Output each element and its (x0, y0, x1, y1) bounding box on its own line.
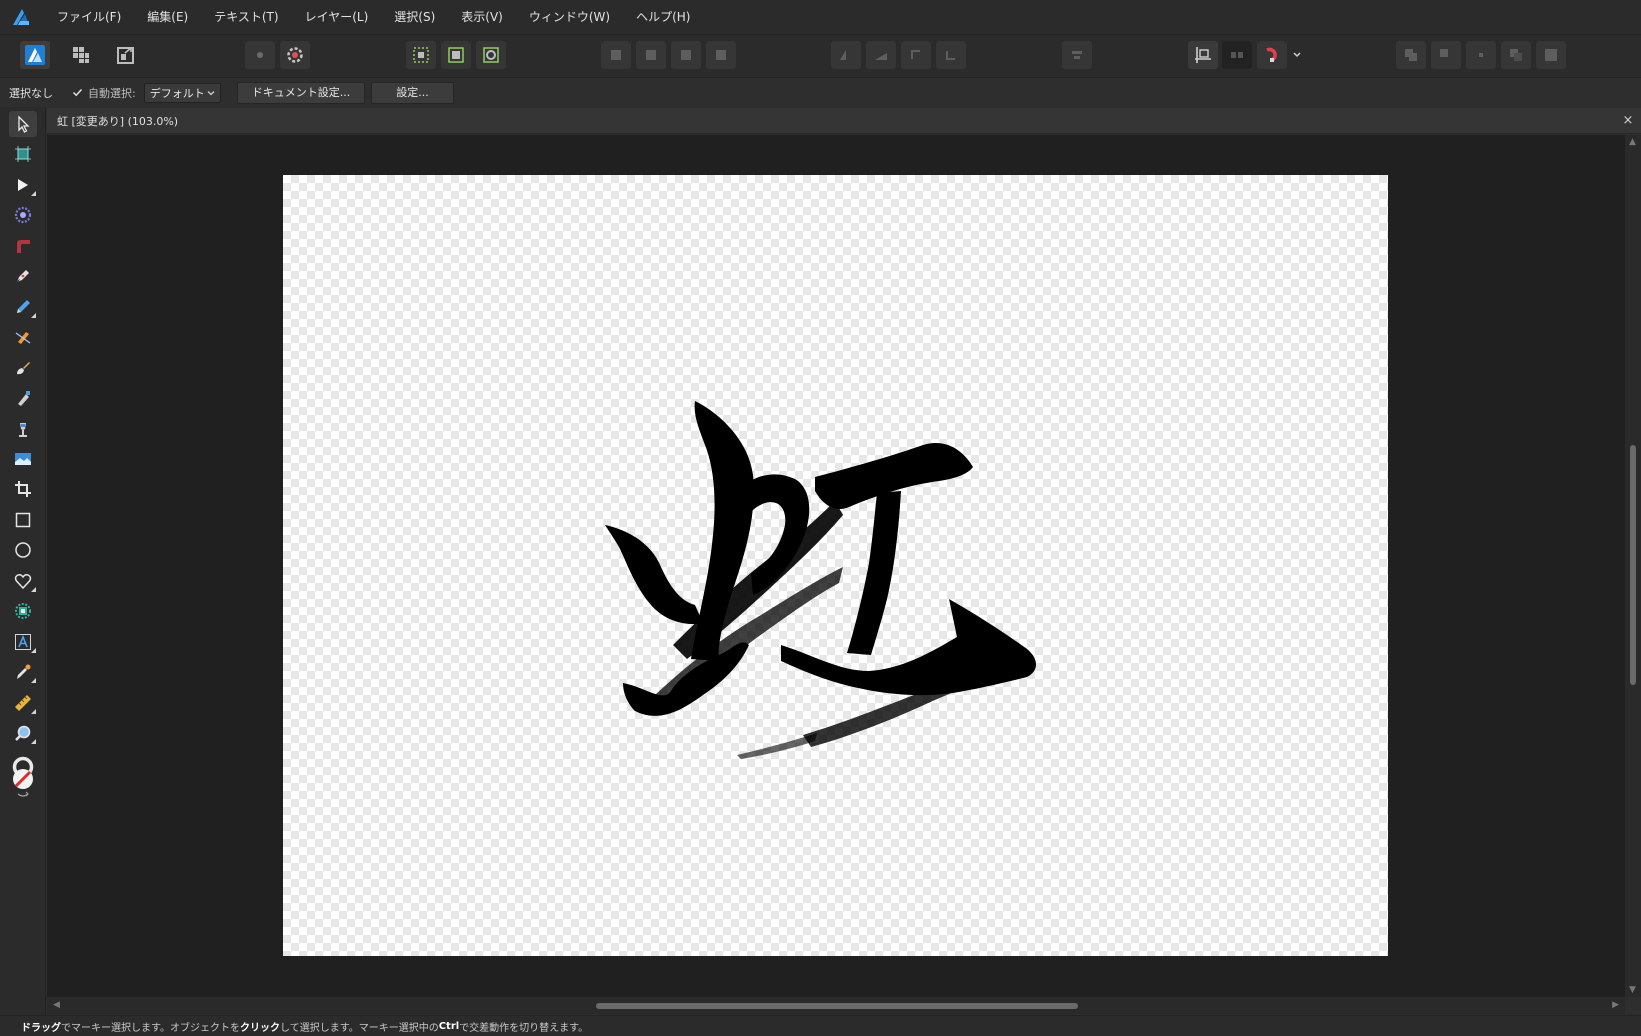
scroll-right-icon[interactable]: ▶ (1612, 1000, 1619, 1010)
move-forward-icon[interactable] (636, 41, 666, 69)
menu-bar: ファイル(F) 編集(E) テキスト(T) レイヤー(L) 選択(S) 表示(V… (0, 0, 1641, 34)
artboard-tool-icon[interactable] (9, 141, 37, 167)
crop-tool-icon[interactable] (9, 476, 37, 502)
node-tool-icon[interactable] (9, 172, 37, 198)
menu-view[interactable]: 表示(V) (448, 0, 516, 34)
status-hint-click: クリック (240, 1022, 280, 1034)
vector-brush-tool-icon[interactable] (9, 324, 37, 350)
select-geometry-icon[interactable] (441, 41, 471, 69)
document-tab[interactable]: 虹 [変更あり] (103.0%) × (47, 108, 1641, 134)
status-hint-text: でマーキー選択します。オブジェクトを (61, 1022, 240, 1034)
move-to-front-icon[interactable] (601, 41, 631, 69)
fill-stroke-swatch-icon[interactable] (9, 754, 37, 802)
force-pixel-alignment-icon[interactable] (1222, 41, 1252, 69)
designer-persona-icon[interactable] (20, 41, 50, 69)
horizontal-scrollbar[interactable]: ◀ ▶ (47, 997, 1625, 1014)
subtool-indicator (31, 313, 36, 318)
menu-file[interactable]: ファイル(F) (44, 0, 134, 34)
subtool-indicator (31, 739, 36, 744)
point-transform-tool-icon[interactable] (9, 202, 37, 228)
pixel-brush-icon[interactable] (9, 385, 37, 411)
menu-edit[interactable]: 編集(E) (134, 0, 201, 34)
subtool-indicator (31, 648, 36, 653)
align-icon[interactable] (1062, 41, 1092, 69)
flip-horizontal-icon[interactable] (831, 41, 861, 69)
select-bounding-icon[interactable] (406, 41, 436, 69)
menu-layer[interactable]: レイヤー(L) (292, 0, 382, 34)
status-hint-ctrl: Ctrl (438, 1020, 460, 1032)
auto-select-value: デフォルト (149, 86, 205, 100)
snapping-dropdown-icon[interactable] (1290, 41, 1304, 69)
color-picker-tool-icon[interactable] (9, 659, 37, 685)
move-back-icon[interactable] (671, 41, 701, 69)
artistic-text-tool-icon[interactable] (9, 629, 37, 655)
select-intersect-icon[interactable] (476, 41, 506, 69)
heart-shape-tool-icon[interactable] (9, 568, 37, 594)
measure-tool-icon[interactable] (9, 690, 37, 716)
calligraphy-artwork[interactable]: 虹 (283, 175, 1388, 956)
isolation-icon[interactable] (245, 41, 275, 69)
paint-brush-icon[interactable] (9, 355, 37, 381)
auto-select-checkbox[interactable] (71, 87, 83, 99)
snapping-settings-icon[interactable] (280, 41, 310, 69)
document-setup-button[interactable]: ドキュメント設定... (236, 81, 366, 104)
rectangle-tool-icon[interactable] (9, 507, 37, 533)
main-toolbar (0, 34, 1641, 76)
pencil-tool-icon[interactable] (9, 294, 37, 320)
status-hint-text: して選択します。マーキー選択中の (280, 1022, 439, 1034)
corner-tool-icon[interactable] (9, 233, 37, 259)
boolean-intersect-icon[interactable] (1466, 41, 1496, 69)
chevron-down-icon (207, 90, 215, 95)
canvas-area[interactable]: 虹 (47, 135, 1625, 997)
place-image-tool-icon[interactable] (9, 446, 37, 472)
scroll-down-icon[interactable]: ▼ (1629, 985, 1636, 995)
selection-status: 選択なし (9, 86, 53, 100)
move-tool-icon[interactable] (9, 111, 37, 137)
scroll-up-icon[interactable]: ▲ (1629, 137, 1636, 147)
rotate-left-icon[interactable] (901, 41, 931, 69)
boolean-subtract-icon[interactable] (1431, 41, 1461, 69)
boolean-divide-icon[interactable] (1536, 41, 1566, 69)
menu-help[interactable]: ヘルプ(H) (623, 0, 703, 34)
pen-tool-icon[interactable] (9, 263, 37, 289)
scroll-left-icon[interactable]: ◀ (53, 1000, 60, 1010)
subtool-indicator (31, 587, 36, 592)
boolean-add-icon[interactable] (1396, 41, 1426, 69)
vertical-scrollbar[interactable]: ▲ ▼ (1625, 135, 1641, 997)
affinity-designer-window: ファイル(F) 編集(E) テキスト(T) レイヤー(L) 選択(S) 表示(V… (0, 0, 1641, 1036)
export-persona-icon[interactable] (111, 41, 141, 69)
snapping-magnet-icon[interactable] (1257, 41, 1287, 69)
move-to-back-icon[interactable] (706, 41, 736, 69)
rotate-right-icon[interactable] (936, 41, 966, 69)
menu-window[interactable]: ウィンドウ(W) (516, 0, 623, 34)
close-document-icon[interactable]: × (1621, 113, 1635, 128)
status-hint-drag: ドラッグ (21, 1022, 61, 1034)
menu-text[interactable]: テキスト(T) (201, 0, 291, 34)
affinity-designer-logo-icon[interactable] (10, 6, 32, 28)
document-title: 虹 [変更あり] (103.0%) (57, 114, 179, 128)
flip-vertical-icon[interactable] (866, 41, 896, 69)
status-bar: ドラッグ でマーキー選択します。オブジェクトを クリック して選択します。マーキ… (0, 1015, 1641, 1036)
tools-panel (0, 107, 46, 1015)
ellipse-tool-icon[interactable] (9, 537, 37, 563)
subtool-indicator (31, 678, 36, 683)
artboard[interactable]: 虹 (283, 175, 1388, 956)
fill-tool-icon[interactable] (9, 416, 37, 442)
status-hint-text: で交差動作を切り替えます。 (459, 1022, 589, 1034)
context-toolbar: 選択なし 自動選択: デフォルト ドキュメント設定... 設定... (0, 77, 1641, 107)
settings-button[interactable]: 設定... (371, 81, 454, 104)
checkmark-icon (72, 89, 82, 97)
zoom-tool-icon[interactable] (9, 720, 37, 746)
auto-select-label: 自動選択: (88, 86, 136, 100)
subtool-indicator (31, 709, 36, 714)
shape-builder-tool-icon[interactable] (9, 598, 37, 624)
auto-select-dropdown[interactable]: デフォルト (143, 82, 221, 103)
boolean-xor-icon[interactable] (1501, 41, 1531, 69)
menu-select[interactable]: 選択(S) (381, 0, 448, 34)
horizontal-scroll-thumb[interactable] (596, 1003, 1078, 1009)
vertical-scroll-thumb[interactable] (1630, 445, 1636, 685)
snapping-grid-icon[interactable] (1188, 41, 1218, 69)
pixel-persona-icon[interactable] (66, 41, 96, 69)
subtool-indicator (31, 191, 36, 196)
